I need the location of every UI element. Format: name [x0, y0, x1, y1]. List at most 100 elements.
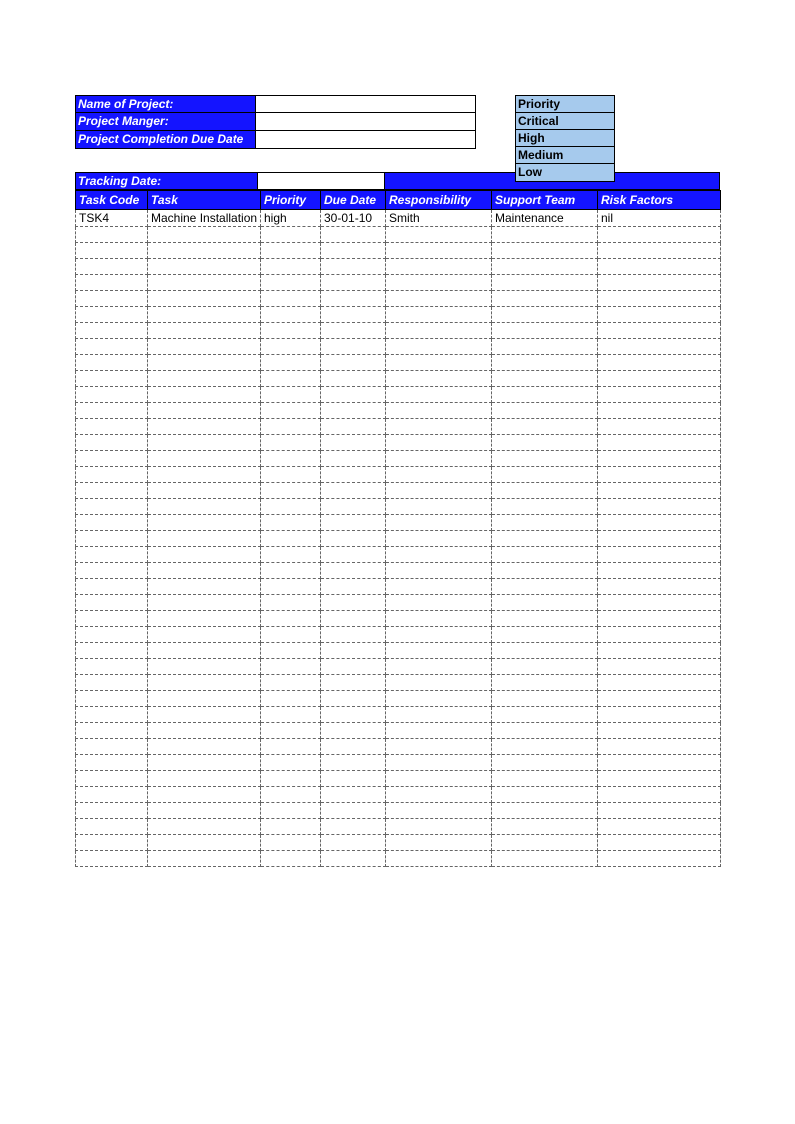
cell-due-date[interactable] [321, 451, 386, 467]
cell-support-team[interactable] [492, 611, 598, 627]
cell-priority[interactable] [261, 419, 321, 435]
cell-risk-factors[interactable] [598, 787, 721, 803]
table-row[interactable] [76, 323, 721, 339]
cell-responsibility[interactable] [386, 387, 492, 403]
cell-task-code[interactable] [76, 563, 148, 579]
cell-risk-factors[interactable] [598, 403, 721, 419]
cell-responsibility[interactable] [386, 483, 492, 499]
cell-priority[interactable] [261, 467, 321, 483]
cell-responsibility[interactable] [386, 227, 492, 243]
cell-due-date[interactable] [321, 531, 386, 547]
cell-support-team[interactable] [492, 435, 598, 451]
table-row[interactable] [76, 627, 721, 643]
cell-task[interactable] [148, 227, 261, 243]
cell-due-date[interactable] [321, 227, 386, 243]
cell-responsibility[interactable] [386, 643, 492, 659]
cell-support-team[interactable] [492, 451, 598, 467]
cell-priority[interactable] [261, 803, 321, 819]
cell-support-team[interactable] [492, 307, 598, 323]
cell-support-team[interactable] [492, 275, 598, 291]
cell-responsibility[interactable] [386, 323, 492, 339]
cell-priority[interactable] [261, 563, 321, 579]
cell-task[interactable] [148, 339, 261, 355]
cell-support-team[interactable] [492, 643, 598, 659]
cell-risk-factors[interactable] [598, 483, 721, 499]
cell-task[interactable] [148, 851, 261, 867]
cell-priority[interactable] [261, 403, 321, 419]
cell-task-code[interactable] [76, 355, 148, 371]
cell-task-code[interactable] [76, 291, 148, 307]
cell-support-team[interactable] [492, 531, 598, 547]
cell-task-code[interactable] [76, 275, 148, 291]
cell-task[interactable] [148, 419, 261, 435]
table-row[interactable] [76, 435, 721, 451]
cell-task[interactable] [148, 515, 261, 531]
cell-priority[interactable] [261, 371, 321, 387]
table-row[interactable] [76, 259, 721, 275]
cell-task-code[interactable] [76, 451, 148, 467]
cell-risk-factors[interactable] [598, 675, 721, 691]
cell-task-code[interactable] [76, 339, 148, 355]
cell-task[interactable] [148, 531, 261, 547]
cell-responsibility[interactable] [386, 819, 492, 835]
table-row[interactable] [76, 707, 721, 723]
cell-priority[interactable] [261, 355, 321, 371]
cell-task[interactable] [148, 499, 261, 515]
cell-task-code[interactable] [76, 707, 148, 723]
cell-risk-factors[interactable] [598, 691, 721, 707]
cell-support-team[interactable] [492, 627, 598, 643]
cell-priority[interactable] [261, 755, 321, 771]
cell-due-date[interactable] [321, 675, 386, 691]
cell-risk-factors[interactable] [598, 579, 721, 595]
cell-responsibility[interactable] [386, 691, 492, 707]
cell-responsibility[interactable] [386, 579, 492, 595]
cell-responsibility[interactable] [386, 547, 492, 563]
cell-priority[interactable] [261, 643, 321, 659]
cell-risk-factors[interactable] [598, 643, 721, 659]
cell-support-team[interactable] [492, 227, 598, 243]
cell-task-code[interactable] [76, 531, 148, 547]
cell-risk-factors[interactable] [598, 467, 721, 483]
cell-risk-factors[interactable] [598, 355, 721, 371]
cell-due-date[interactable] [321, 563, 386, 579]
cell-due-date[interactable] [321, 595, 386, 611]
cell-support-team[interactable] [492, 243, 598, 259]
table-row[interactable] [76, 739, 721, 755]
cell-priority[interactable] [261, 499, 321, 515]
cell-task-code[interactable] [76, 435, 148, 451]
cell-task[interactable] [148, 739, 261, 755]
cell-task[interactable] [148, 579, 261, 595]
cell-due-date[interactable] [321, 771, 386, 787]
cell-priority[interactable] [261, 387, 321, 403]
table-row[interactable] [76, 723, 721, 739]
cell-support-team[interactable] [492, 323, 598, 339]
cell-responsibility[interactable] [386, 707, 492, 723]
cell-priority[interactable] [261, 787, 321, 803]
cell-support-team[interactable] [492, 835, 598, 851]
cell-risk-factors[interactable] [598, 771, 721, 787]
cell-priority[interactable]: high [261, 210, 321, 227]
cell-priority[interactable] [261, 483, 321, 499]
cell-support-team[interactable] [492, 691, 598, 707]
table-row[interactable] [76, 355, 721, 371]
project-manager-input[interactable] [256, 113, 476, 131]
cell-task-code[interactable] [76, 675, 148, 691]
cell-due-date[interactable] [321, 707, 386, 723]
cell-support-team[interactable] [492, 707, 598, 723]
cell-priority[interactable] [261, 291, 321, 307]
table-row[interactable] [76, 771, 721, 787]
cell-due-date[interactable] [321, 259, 386, 275]
cell-priority[interactable] [261, 323, 321, 339]
cell-due-date[interactable] [321, 835, 386, 851]
cell-risk-factors[interactable] [598, 723, 721, 739]
cell-task-code[interactable] [76, 659, 148, 675]
cell-priority[interactable] [261, 627, 321, 643]
cell-priority[interactable] [261, 531, 321, 547]
cell-due-date[interactable] [321, 467, 386, 483]
cell-responsibility[interactable] [386, 307, 492, 323]
cell-responsibility[interactable] [386, 755, 492, 771]
cell-support-team[interactable] [492, 675, 598, 691]
cell-task[interactable] [148, 835, 261, 851]
cell-task-code[interactable] [76, 243, 148, 259]
cell-risk-factors[interactable] [598, 515, 721, 531]
